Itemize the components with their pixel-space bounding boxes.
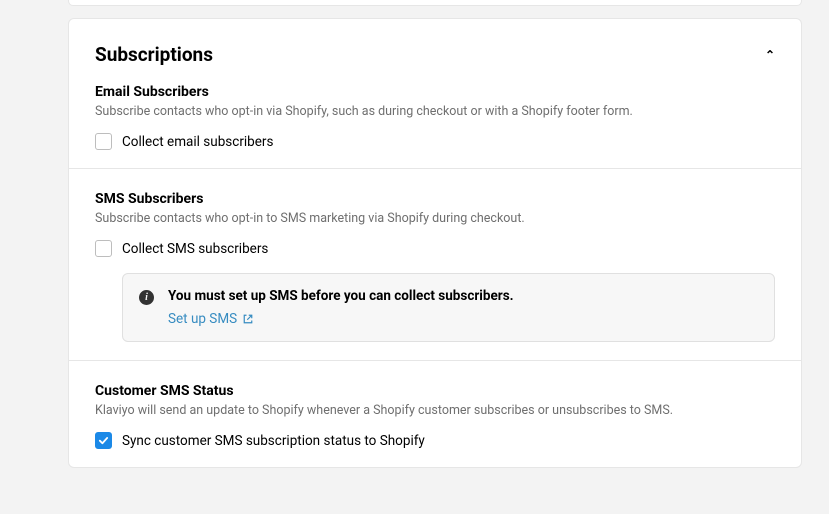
setup-sms-link[interactable]: Set up SMS	[168, 311, 254, 327]
subscriptions-title: Subscriptions	[95, 43, 213, 66]
sms-setup-notice: i You must set up SMS before you can col…	[122, 273, 775, 342]
customer-sms-status-title: Customer SMS Status	[95, 383, 775, 399]
external-link-icon	[242, 313, 254, 325]
email-subscribers-block: Email Subscribers Subscribe contacts who…	[95, 84, 775, 168]
email-subscribers-description: Subscribe contacts who opt-in via Shopif…	[95, 104, 775, 119]
subscriptions-header[interactable]: Subscriptions ⌃	[95, 43, 775, 66]
collect-sms-checkbox[interactable]	[95, 240, 112, 257]
collect-email-label: Collect email subscribers	[122, 134, 273, 150]
customer-sms-status-description: Klaviyo will send an update to Shopify w…	[95, 403, 775, 418]
sync-sms-status-row[interactable]: Sync customer SMS subscription status to…	[95, 432, 775, 449]
sync-sms-status-checkbox[interactable]	[95, 432, 112, 449]
collect-sms-label: Collect SMS subscribers	[122, 241, 268, 257]
sms-subscribers-description: Subscribe contacts who opt-in to SMS mar…	[95, 211, 775, 226]
previous-card-bottom	[68, 0, 802, 6]
notice-body: You must set up SMS before you can colle…	[168, 288, 514, 327]
info-icon: i	[139, 290, 154, 305]
sync-sms-status-label: Sync customer SMS subscription status to…	[122, 433, 425, 449]
customer-sms-status-block: Customer SMS Status Klaviyo will send an…	[95, 361, 775, 467]
sms-subscribers-title: SMS Subscribers	[95, 191, 775, 207]
setup-sms-link-text: Set up SMS	[168, 311, 237, 327]
collect-email-checkbox[interactable]	[95, 133, 112, 150]
notice-title: You must set up SMS before you can colle…	[168, 288, 514, 304]
collect-email-row[interactable]: Collect email subscribers	[95, 133, 775, 150]
collapse-icon: ⌃	[765, 49, 775, 61]
sms-subscribers-block: SMS Subscribers Subscribe contacts who o…	[95, 169, 775, 360]
email-subscribers-title: Email Subscribers	[95, 84, 775, 100]
collect-sms-row[interactable]: Collect SMS subscribers	[95, 240, 775, 257]
subscriptions-card: Subscriptions ⌃ Email Subscribers Subscr…	[68, 18, 802, 468]
